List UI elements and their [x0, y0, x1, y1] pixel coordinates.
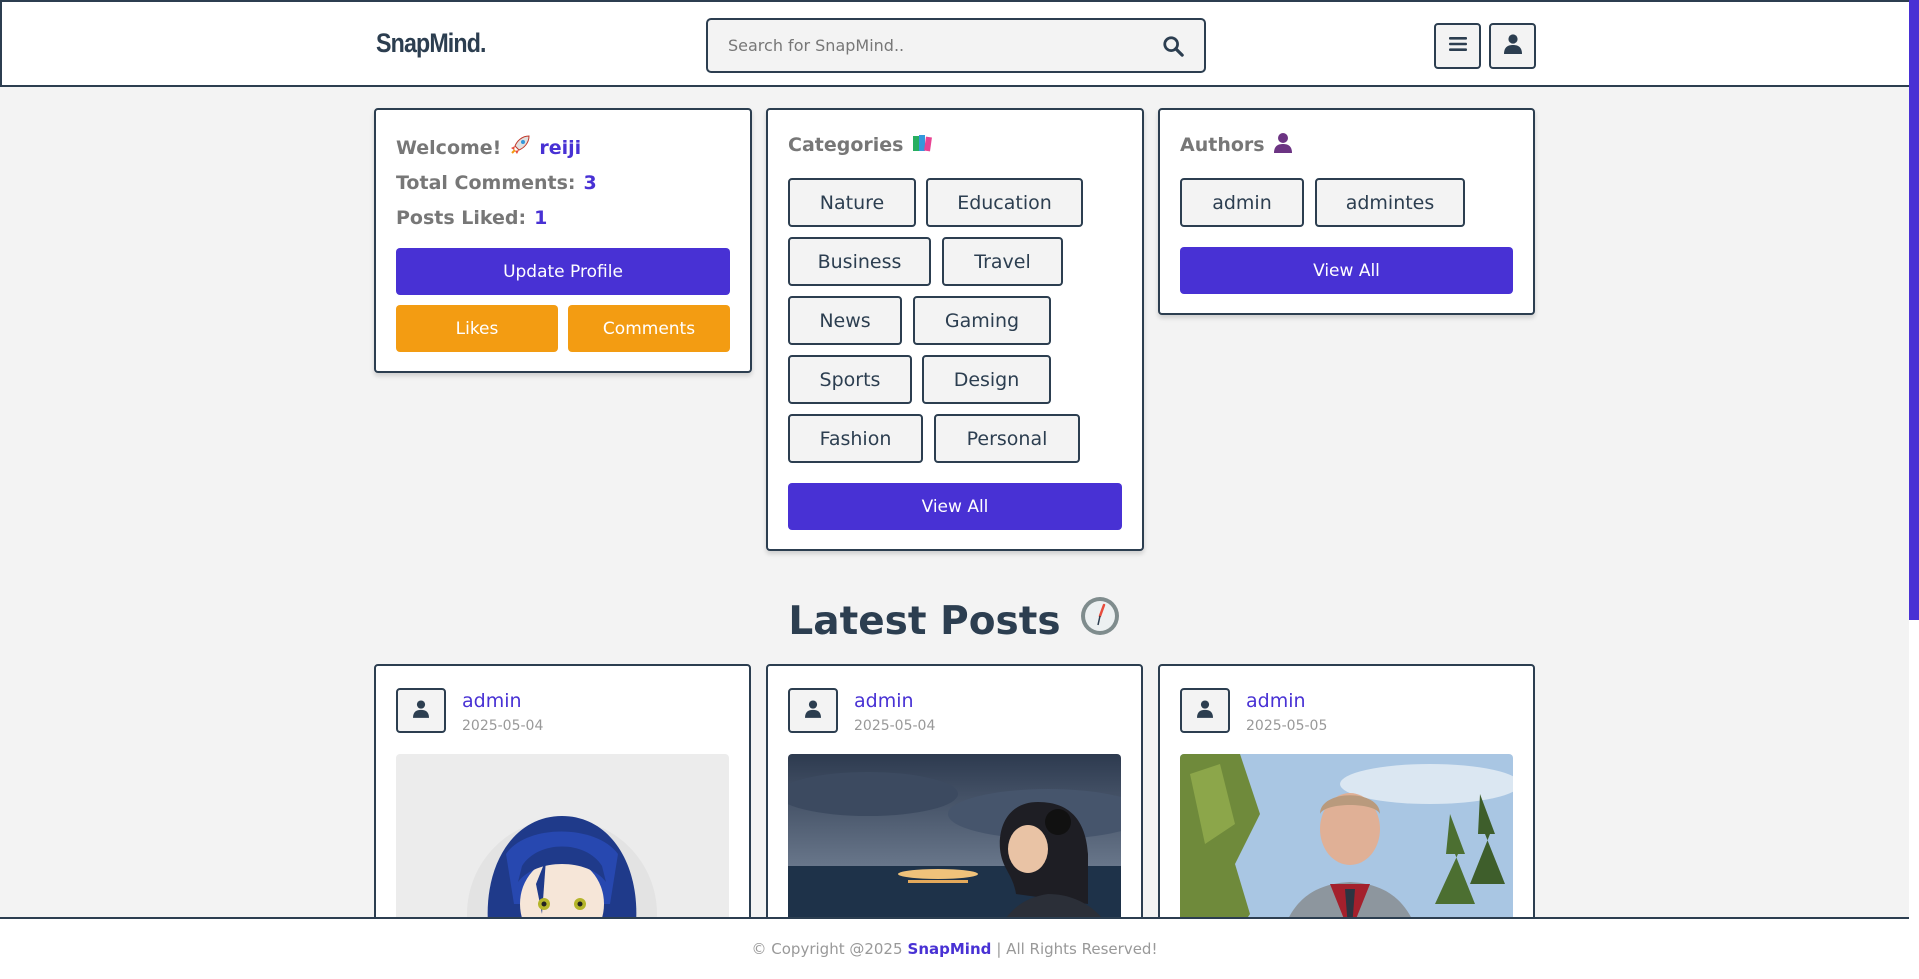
liked-count-line: Posts Liked: 1 [396, 200, 730, 235]
comments-count-label: Total Comments: [396, 171, 576, 194]
rocket-icon [509, 134, 531, 161]
category-business[interactable]: Business [788, 237, 931, 286]
category-education[interactable]: Education [926, 178, 1083, 227]
category-gaming[interactable]: Gaming [913, 296, 1051, 345]
scrollbar-thumb[interactable] [1909, 0, 1919, 620]
search-input[interactable] [708, 20, 1204, 71]
comments-count-line: Total Comments: 3 [396, 165, 730, 200]
copyright-text: © Copyright @2025 [751, 940, 903, 958]
user-icon [805, 699, 821, 722]
search-bar [706, 18, 1206, 73]
top-navbar: SnapMind. [0, 0, 1909, 87]
post-date: 2025-05-04 [854, 718, 936, 734]
category-fashion[interactable]: Fashion [788, 414, 923, 463]
post-date: 2025-05-04 [462, 718, 544, 734]
author-admin[interactable]: admin [1180, 178, 1304, 227]
post-author-name[interactable]: admin [854, 690, 914, 712]
liked-count-label: Posts Liked: [396, 206, 527, 229]
stopwatch-icon [1079, 595, 1121, 647]
category-personal[interactable]: Personal [934, 414, 1080, 463]
welcome-card: Welcome! reiji Total Comments: 3 Posts L… [374, 108, 752, 373]
site-logo[interactable]: SnapMind. [376, 28, 487, 59]
authors-card: Authors admin admintes View All [1158, 108, 1535, 315]
comments-button[interactable]: Comments [568, 305, 730, 352]
authors-label: Authors [1180, 134, 1265, 156]
user-icon [1503, 34, 1522, 58]
post-author-name[interactable]: admin [1246, 690, 1306, 712]
categories-label: Categories [788, 134, 904, 156]
author-silhouette-icon [1273, 132, 1293, 159]
menu-button[interactable] [1434, 23, 1481, 69]
user-icon [1197, 699, 1213, 722]
authors-title: Authors [1180, 130, 1293, 160]
welcome-label: Welcome! [396, 136, 502, 159]
liked-count-value: 1 [534, 206, 548, 229]
category-travel[interactable]: Travel [942, 237, 1063, 286]
authors-view-all-button[interactable]: View All [1180, 247, 1513, 294]
categories-view-all-button[interactable]: View All [788, 483, 1122, 530]
category-sports[interactable]: Sports [788, 355, 912, 404]
post-author-name[interactable]: admin [462, 690, 522, 712]
search-icon[interactable] [1162, 35, 1186, 59]
latest-posts-title: Latest Posts [788, 598, 1061, 644]
books-icon [911, 132, 933, 159]
footer: © Copyright @2025 SnapMind | All Rights … [0, 917, 1909, 979]
username-link[interactable]: reiji [539, 137, 581, 159]
category-news[interactable]: News [788, 296, 902, 345]
latest-posts-heading: Latest Posts [0, 595, 1909, 647]
post-author-avatar[interactable] [788, 688, 838, 733]
welcome-line: Welcome! reiji [396, 130, 730, 165]
category-nature[interactable]: Nature [788, 178, 916, 227]
likes-button[interactable]: Likes [396, 305, 558, 352]
author-admintes[interactable]: admintes [1315, 178, 1465, 227]
post-author-avatar[interactable] [396, 688, 446, 733]
footer-brand-link[interactable]: SnapMind [908, 940, 992, 958]
menu-icon [1448, 36, 1467, 56]
categories-card: Categories Nature Education Business Tra… [766, 108, 1144, 551]
category-design[interactable]: Design [922, 355, 1051, 404]
user-button[interactable] [1489, 23, 1536, 69]
update-profile-button[interactable]: Update Profile [396, 248, 730, 295]
post-author-avatar[interactable] [1180, 688, 1230, 733]
user-icon [413, 699, 429, 722]
categories-title: Categories [788, 130, 933, 160]
post-date: 2025-05-05 [1246, 718, 1328, 734]
rights-text: | All Rights Reserved! [996, 940, 1158, 958]
comments-count-value: 3 [583, 171, 597, 194]
